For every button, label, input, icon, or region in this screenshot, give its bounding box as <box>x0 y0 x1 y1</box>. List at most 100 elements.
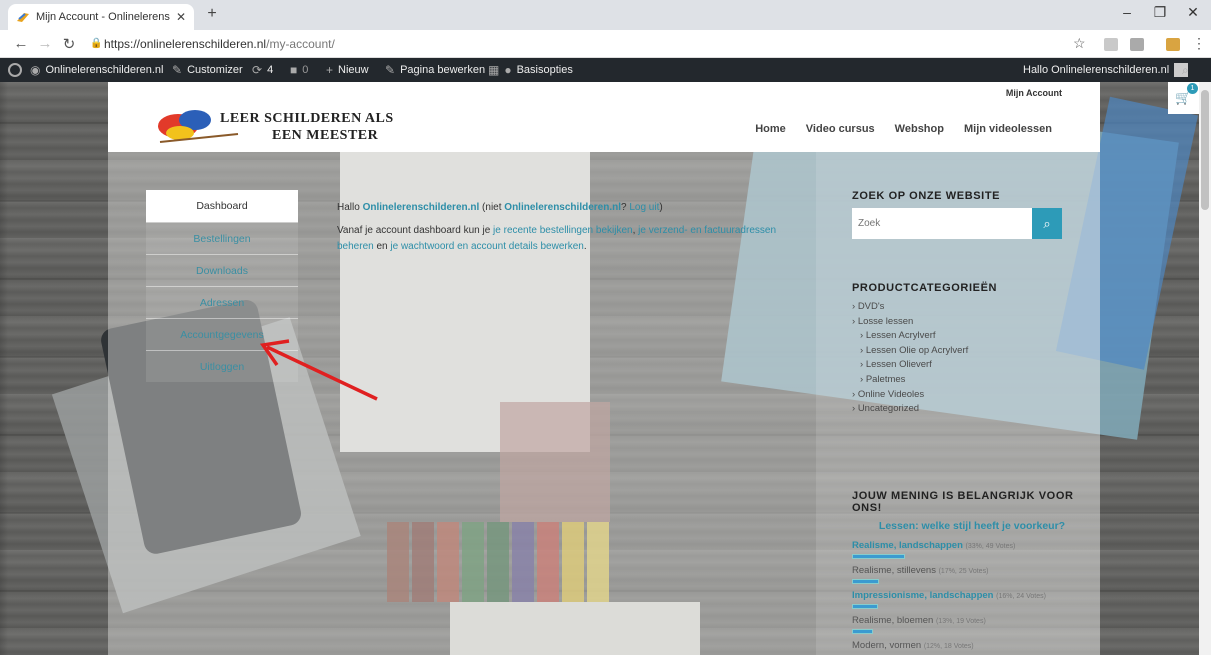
category-item[interactable]: › Lessen Olieverf <box>852 358 968 373</box>
basic-options-label: Basisopties <box>516 64 573 76</box>
comment-icon: ■ <box>290 63 298 77</box>
wordpress-logo-icon[interactable] <box>8 63 22 77</box>
poll-answer-meta: (16%, 24 Votes) <box>996 593 1046 600</box>
seo-icon: ▦ <box>488 63 500 77</box>
close-tab-icon[interactable]: ✕ <box>176 10 186 24</box>
browser-tab[interactable]: Mijn Account - Onlinelerenschild ✕ <box>8 4 194 30</box>
comments-count: 0 <box>302 64 309 76</box>
category-item[interactable]: › DVD's <box>852 300 968 315</box>
site-favicon-icon <box>17 13 29 22</box>
greeting-user: Onlinelerenschilderen.nl <box>504 202 621 213</box>
poll-answer-meta: (12%, 18 Votes) <box>923 643 974 650</box>
category-item[interactable]: › Paletmes <box>852 373 968 388</box>
account-nav-bestellingen[interactable]: Bestellingen <box>146 222 298 254</box>
status-dot-icon: ● <box>504 63 512 77</box>
extension-icon[interactable] <box>1130 38 1144 51</box>
poll-result-bar <box>852 604 878 609</box>
poll-result-bar <box>852 554 905 559</box>
admin-search-icon[interactable]: ⌕ <box>1182 63 1189 78</box>
nav-mijn-videolessen[interactable]: Mijn videolessen <box>964 123 1052 135</box>
admin-site-name[interactable]: ◉ Onlinelerenschilderen.nl <box>30 63 164 77</box>
poll-answer-label: Impressionisme, landschappen <box>852 590 994 601</box>
my-account-link[interactable]: Mijn Account <box>1006 88 1062 98</box>
nav-home[interactable]: Home <box>755 123 786 135</box>
url-path: /my-account/ <box>266 37 335 51</box>
poll-answer: Realisme, bloemen (13%, 19 Votes) <box>852 615 1092 634</box>
admin-comments[interactable]: ■ 0 <box>290 63 308 77</box>
search-form: ⌕ <box>852 208 1062 239</box>
category-label: Losse lessen <box>857 315 914 327</box>
updates-count: 4 <box>267 64 274 76</box>
category-list: › DVD's › Losse lessen › Lessen Acrylver… <box>852 300 968 417</box>
category-item[interactable]: › Online Videoles <box>852 388 968 403</box>
category-label: Uncategorized <box>857 403 920 415</box>
category-label: DVD's <box>857 301 885 312</box>
admin-edit-page[interactable]: ✎ Pagina bewerken <box>385 63 485 77</box>
url-field[interactable]: https://onlinelerenschilderen.nl/my-acco… <box>104 37 335 51</box>
annotation-arrow-icon <box>259 339 378 401</box>
logout-link[interactable]: Log uit <box>629 202 659 213</box>
admin-account[interactable]: Hallo Onlinelerenschilderen.nl <box>1023 63 1189 77</box>
poll-answer-label: Realisme, bloemen <box>852 615 934 626</box>
intro-text: Vanaf je account dashboard kun je <box>337 225 494 236</box>
browser-menu-icon[interactable]: ⋮ <box>1192 35 1206 52</box>
intro-text: . <box>583 241 587 252</box>
close-window-icon[interactable]: ✕ <box>1178 4 1208 21</box>
poll-result-bar <box>852 579 880 584</box>
minimize-icon[interactable]: – <box>1112 4 1142 20</box>
admin-updates[interactable]: ⟳ 4 <box>252 63 273 77</box>
categories-widget-title: PRODUCTCATEGORIEËN <box>852 282 998 294</box>
search-input[interactable] <box>852 208 1032 239</box>
pencil-icon: ✎ <box>385 63 396 77</box>
extension-icon[interactable] <box>1166 38 1180 51</box>
page-scrollbar[interactable] <box>1199 82 1211 655</box>
category-item[interactable]: › Uncategorized <box>852 402 968 417</box>
account-nav-dashboard[interactable]: Dashboard <box>146 190 298 222</box>
nav-video-cursus[interactable]: Video cursus <box>806 123 875 135</box>
new-label: Nieuw <box>338 64 369 76</box>
edit-page-label: Pagina bewerken <box>400 64 486 76</box>
greeting-text: (niet <box>479 202 505 213</box>
search-button[interactable]: ⌕ <box>1032 208 1062 239</box>
category-item[interactable]: › Losse lessen <box>852 315 968 330</box>
account-nav-downloads[interactable]: Downloads <box>146 254 298 286</box>
intro-text: en <box>373 241 391 252</box>
widget-sidebar: ZOEK OP ONZE WEBSITE ⌕ PRODUCTCATEGORIEË… <box>816 152 1100 655</box>
forward-icon[interactable]: → <box>36 35 54 52</box>
admin-customizer[interactable]: ✎ Customizer <box>172 63 243 77</box>
poll-answer: Realisme, stillevens (17%, 25 Votes) <box>852 565 1092 584</box>
greeting-user: Onlinelerenschilderen.nl <box>362 202 480 213</box>
restore-icon[interactable]: ❐ <box>1145 4 1175 21</box>
cart-button[interactable]: 🛒 1 <box>1168 82 1199 114</box>
poll-answer-meta: (33%, 49 Votes) <box>965 543 1016 550</box>
admin-seo[interactable]: ▦ ● Basisopties <box>488 63 573 77</box>
reload-icon[interactable]: ↻ <box>60 35 78 53</box>
recent-orders-link[interactable]: je recente bestellingen bekijken <box>493 225 633 236</box>
scrollbar-thumb[interactable] <box>1201 90 1209 210</box>
poll-result-bar <box>852 629 873 634</box>
tab-title: Mijn Account - Onlinelerenschild <box>36 11 170 23</box>
category-label: Lessen Olie op Acrylverf <box>865 344 969 356</box>
greeting-text: ) <box>659 202 663 213</box>
admin-greeting: Hallo Onlinelerenschilderen.nl <box>1023 64 1170 76</box>
search-icon: ⌕ <box>1043 215 1051 231</box>
extension-icon[interactable] <box>1104 38 1118 51</box>
back-icon[interactable]: ← <box>12 35 30 52</box>
poll-answer-label: Modern, vormen <box>852 640 922 651</box>
poll-answer-meta: (13%, 19 Votes) <box>935 618 986 625</box>
admin-new[interactable]: + Nieuw <box>326 63 369 77</box>
category-label: Online Videoles <box>857 388 925 400</box>
plus-icon: + <box>326 63 334 77</box>
poll-question: Lessen: welke stijl heeft je voorkeur? <box>878 520 1066 532</box>
new-tab-icon[interactable]: + <box>202 5 222 23</box>
category-item[interactable]: › Lessen Acrylverf <box>852 329 968 344</box>
site-logo-text[interactable]: Leer Schilderen als een Meester <box>220 110 394 144</box>
nav-webshop[interactable]: Webshop <box>895 123 944 135</box>
account-nav-adressen[interactable]: Adressen <box>146 286 298 318</box>
logo-line-1: Leer Schilderen als <box>220 111 394 126</box>
poll-answer: Modern, vormen (12%, 18 Votes) <box>852 640 1092 651</box>
account-dashboard-content: Hallo Onlinelerenschilderen.nl (niet Onl… <box>337 200 777 255</box>
account-details-link[interactable]: je wachtwoord en account details bewerke… <box>390 241 583 252</box>
category-item[interactable]: › Lessen Olie op Acrylverf <box>852 344 968 359</box>
bookmark-star-icon[interactable]: ☆ <box>1073 35 1086 52</box>
